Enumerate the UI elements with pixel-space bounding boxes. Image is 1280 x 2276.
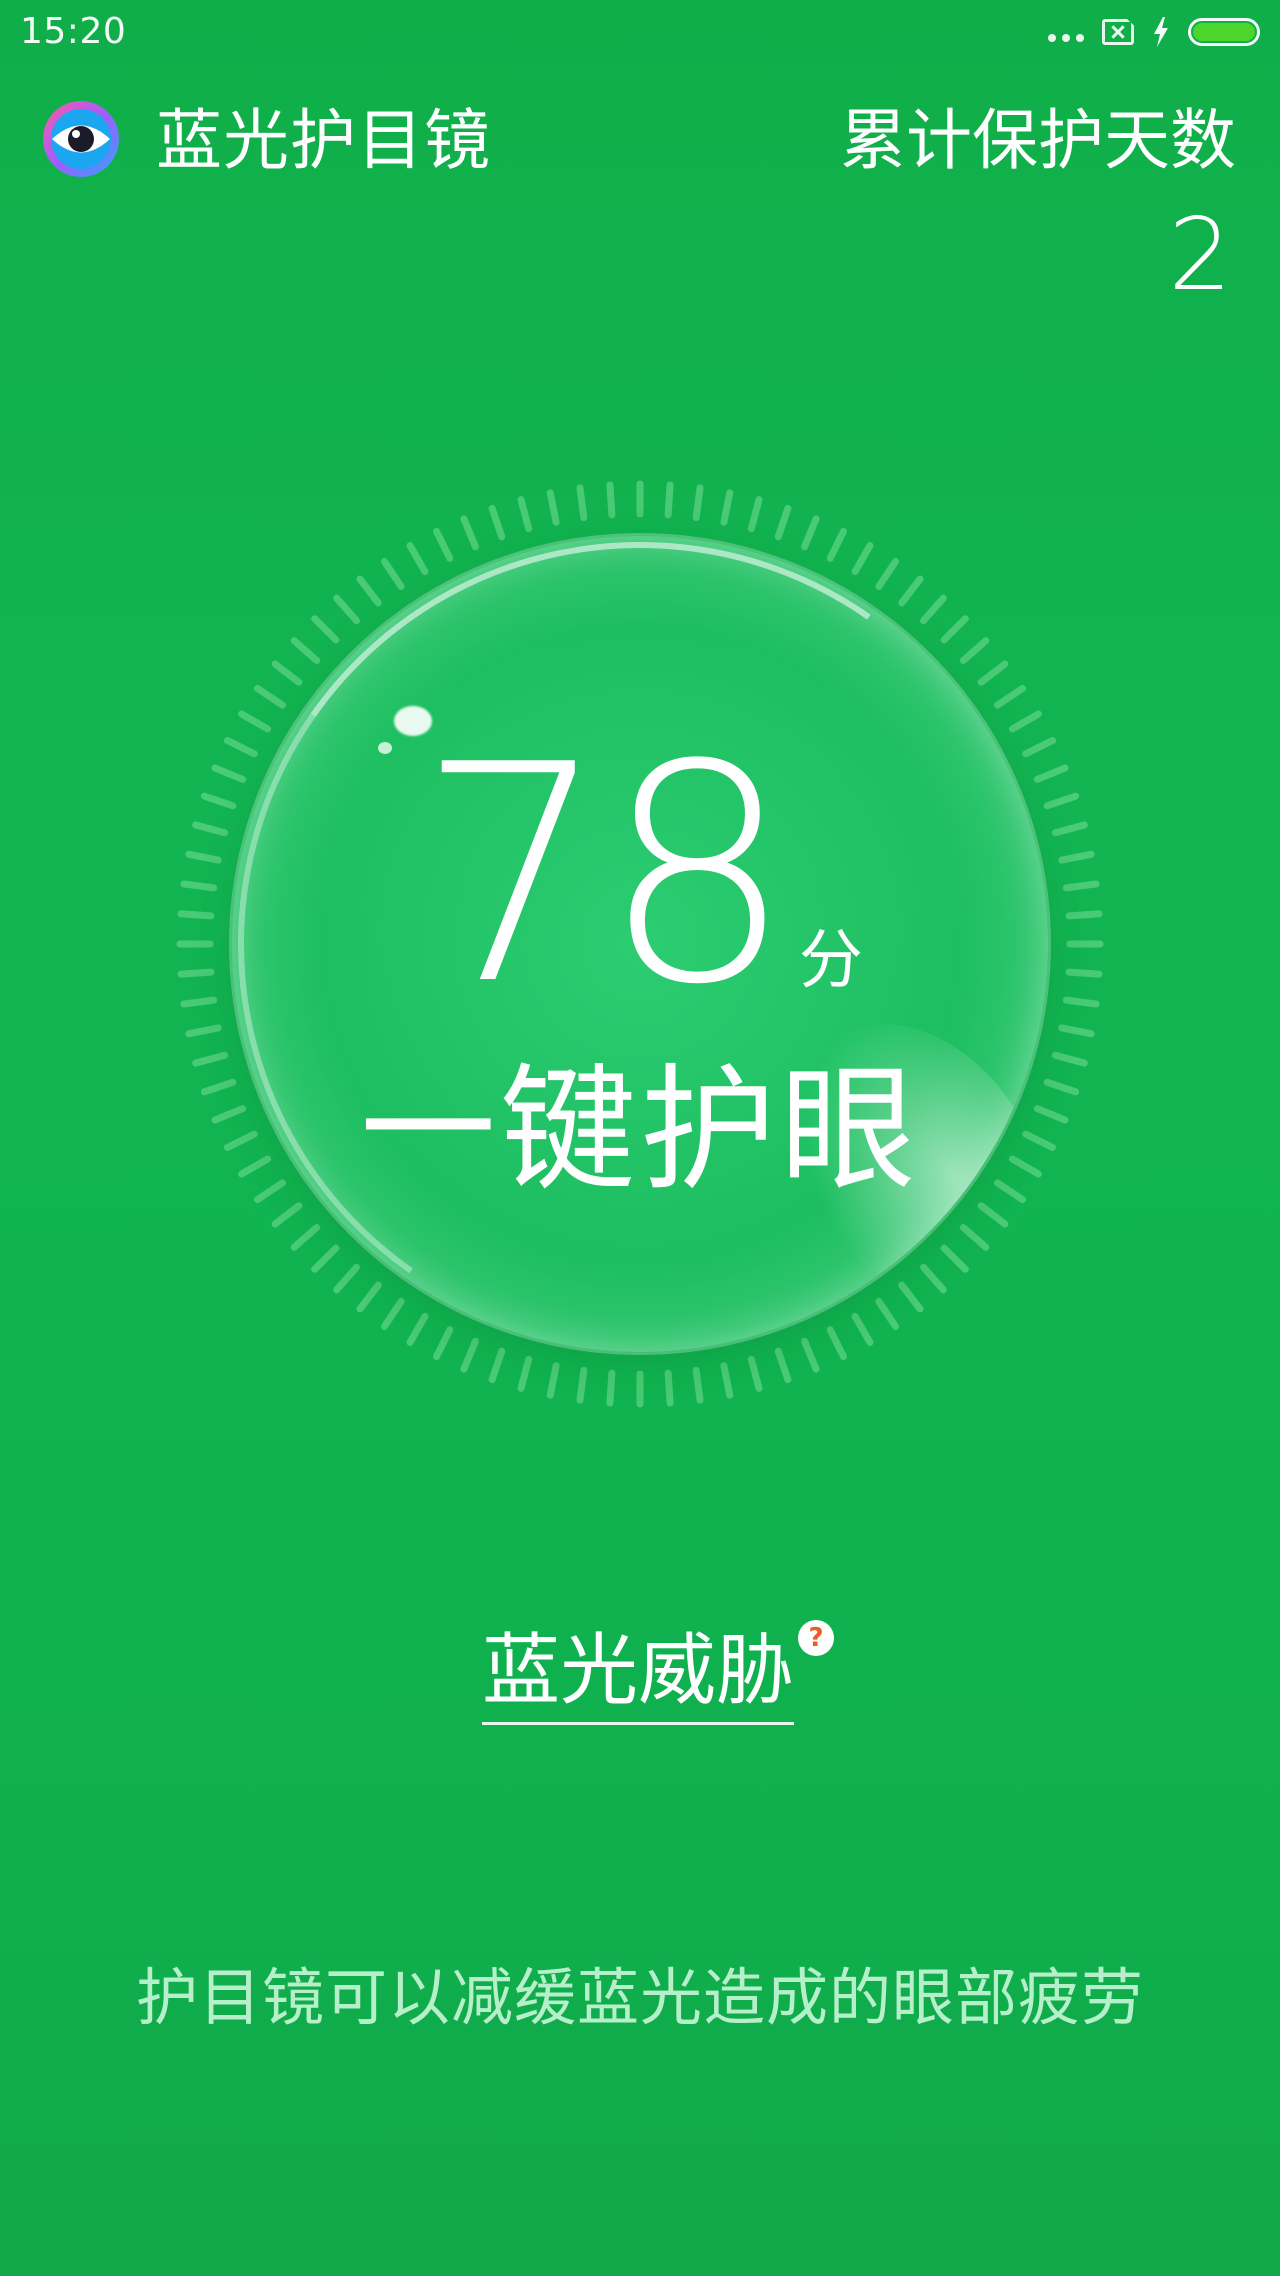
dial-tick [180,880,218,892]
dial-tick [994,684,1026,709]
dial-tick [959,637,990,664]
dial-tick [185,850,222,864]
eye-icon [42,100,120,178]
dial-tick [898,575,924,607]
dial-tick [290,1224,321,1251]
dial-tick [1043,792,1080,810]
help-icon[interactable]: ? [798,1620,835,1656]
dial-tick [460,515,479,551]
status-icons [1048,14,1260,50]
dial-tick [801,1337,820,1373]
dial-tick [692,484,704,522]
dial-tick [200,792,237,810]
dial-tick [1062,880,1100,892]
score-row: 78 分 [232,701,1048,1050]
dial-tick [576,484,588,522]
dial-tick [517,1355,533,1392]
battery-icon [1188,18,1260,46]
app-screen: 15:20 蓝光护目镜 累计保护天数 2 78 分 一键护眼 蓝光威胁 ? 护目… [0,0,1280,2276]
more-dots-icon [1048,22,1084,42]
dial-tick [192,821,229,837]
eye-protect-dial: 78 分 一键护眼 [170,474,1110,1414]
dial-tick [356,575,382,607]
blue-light-threat-label: 蓝光威胁 [482,1624,795,1725]
dial-tick [1051,1051,1088,1067]
dial-tick [177,968,215,978]
dial-tick [185,1024,222,1038]
dial-tick [546,489,560,526]
dial-tick [546,1362,560,1399]
dial-tick [826,527,847,562]
dial-tick [977,660,1009,686]
battery-fill [1193,23,1255,41]
dial-tick [875,1298,900,1330]
dial-tick [406,542,429,576]
dial-tick [1051,821,1088,837]
one-key-protect-button[interactable]: 78 分 一键护眼 [232,536,1048,1352]
dial-tick [664,481,674,519]
dial-tick [311,615,340,644]
dial-tick [664,1369,674,1407]
dial-tick [747,1355,763,1392]
dial-tick [380,1298,405,1330]
protection-days-value: 2 [1168,196,1232,313]
dial-tick [1043,1078,1080,1096]
dial-tick [1065,968,1103,978]
app-title: 蓝光护目镜 [156,102,491,179]
dial-tick [1058,1024,1095,1038]
dial-tick [826,1326,847,1361]
dial-tick [180,996,218,1008]
dial-tick [460,1337,479,1373]
dial-tick [576,1366,588,1404]
one-key-protect-label: 一键护眼 [360,1052,920,1210]
dial-tick [606,481,616,519]
dial-tick [333,594,360,625]
eye-score-value: 78 [417,701,793,1050]
dial-tick [851,1312,874,1346]
dial-tick [920,594,947,625]
dial-tick [433,1326,454,1361]
dial-tick [311,1244,340,1273]
dial-tick [692,1366,704,1404]
protection-days-label: 累计保护天数 [840,102,1236,179]
dial-tick [488,1347,506,1384]
dial-tick [720,489,734,526]
dial-tick [333,1263,360,1294]
blue-light-threat-link[interactable]: 蓝光威胁 ? [482,1620,835,1725]
dial-tick [801,515,820,551]
dial-tick [1062,996,1100,1008]
dial-tick [238,710,272,733]
dial-tick [1065,910,1103,920]
app-header: 蓝光护目镜 累计保护天数 [0,90,1280,200]
status-bar: 15:20 [0,0,1280,64]
dial-tick [517,496,533,533]
status-time: 15:20 [20,11,127,52]
dial-tick [356,1281,382,1313]
dial-tick [774,504,792,541]
dial-tick [177,910,215,920]
dial-tick [271,660,303,686]
dial-tick [271,1202,303,1228]
no-sim-icon [1102,19,1134,45]
dial-tick [747,496,763,533]
eye-score-unit: 分 [798,924,863,998]
dial-tick [254,684,286,709]
dial-tick [433,527,454,562]
dial-tick [875,558,900,590]
dial-tick [200,1078,237,1096]
dial-tick [774,1347,792,1384]
charging-bolt-icon [1152,17,1170,47]
dial-tick [940,615,969,644]
dial-tick [851,542,874,576]
dial-tick [406,1312,429,1346]
dial-tick [1008,710,1042,733]
dial-tick [1058,850,1095,864]
dial-tick [290,637,321,664]
dial-tick [192,1051,229,1067]
dial-tick [720,1362,734,1399]
dial-tick [380,558,405,590]
dial-tick [488,504,506,541]
dial-tick [606,1369,616,1407]
tip-text: 护目镜可以减缓蓝光造成的眼部疲劳 [135,1961,1144,2034]
